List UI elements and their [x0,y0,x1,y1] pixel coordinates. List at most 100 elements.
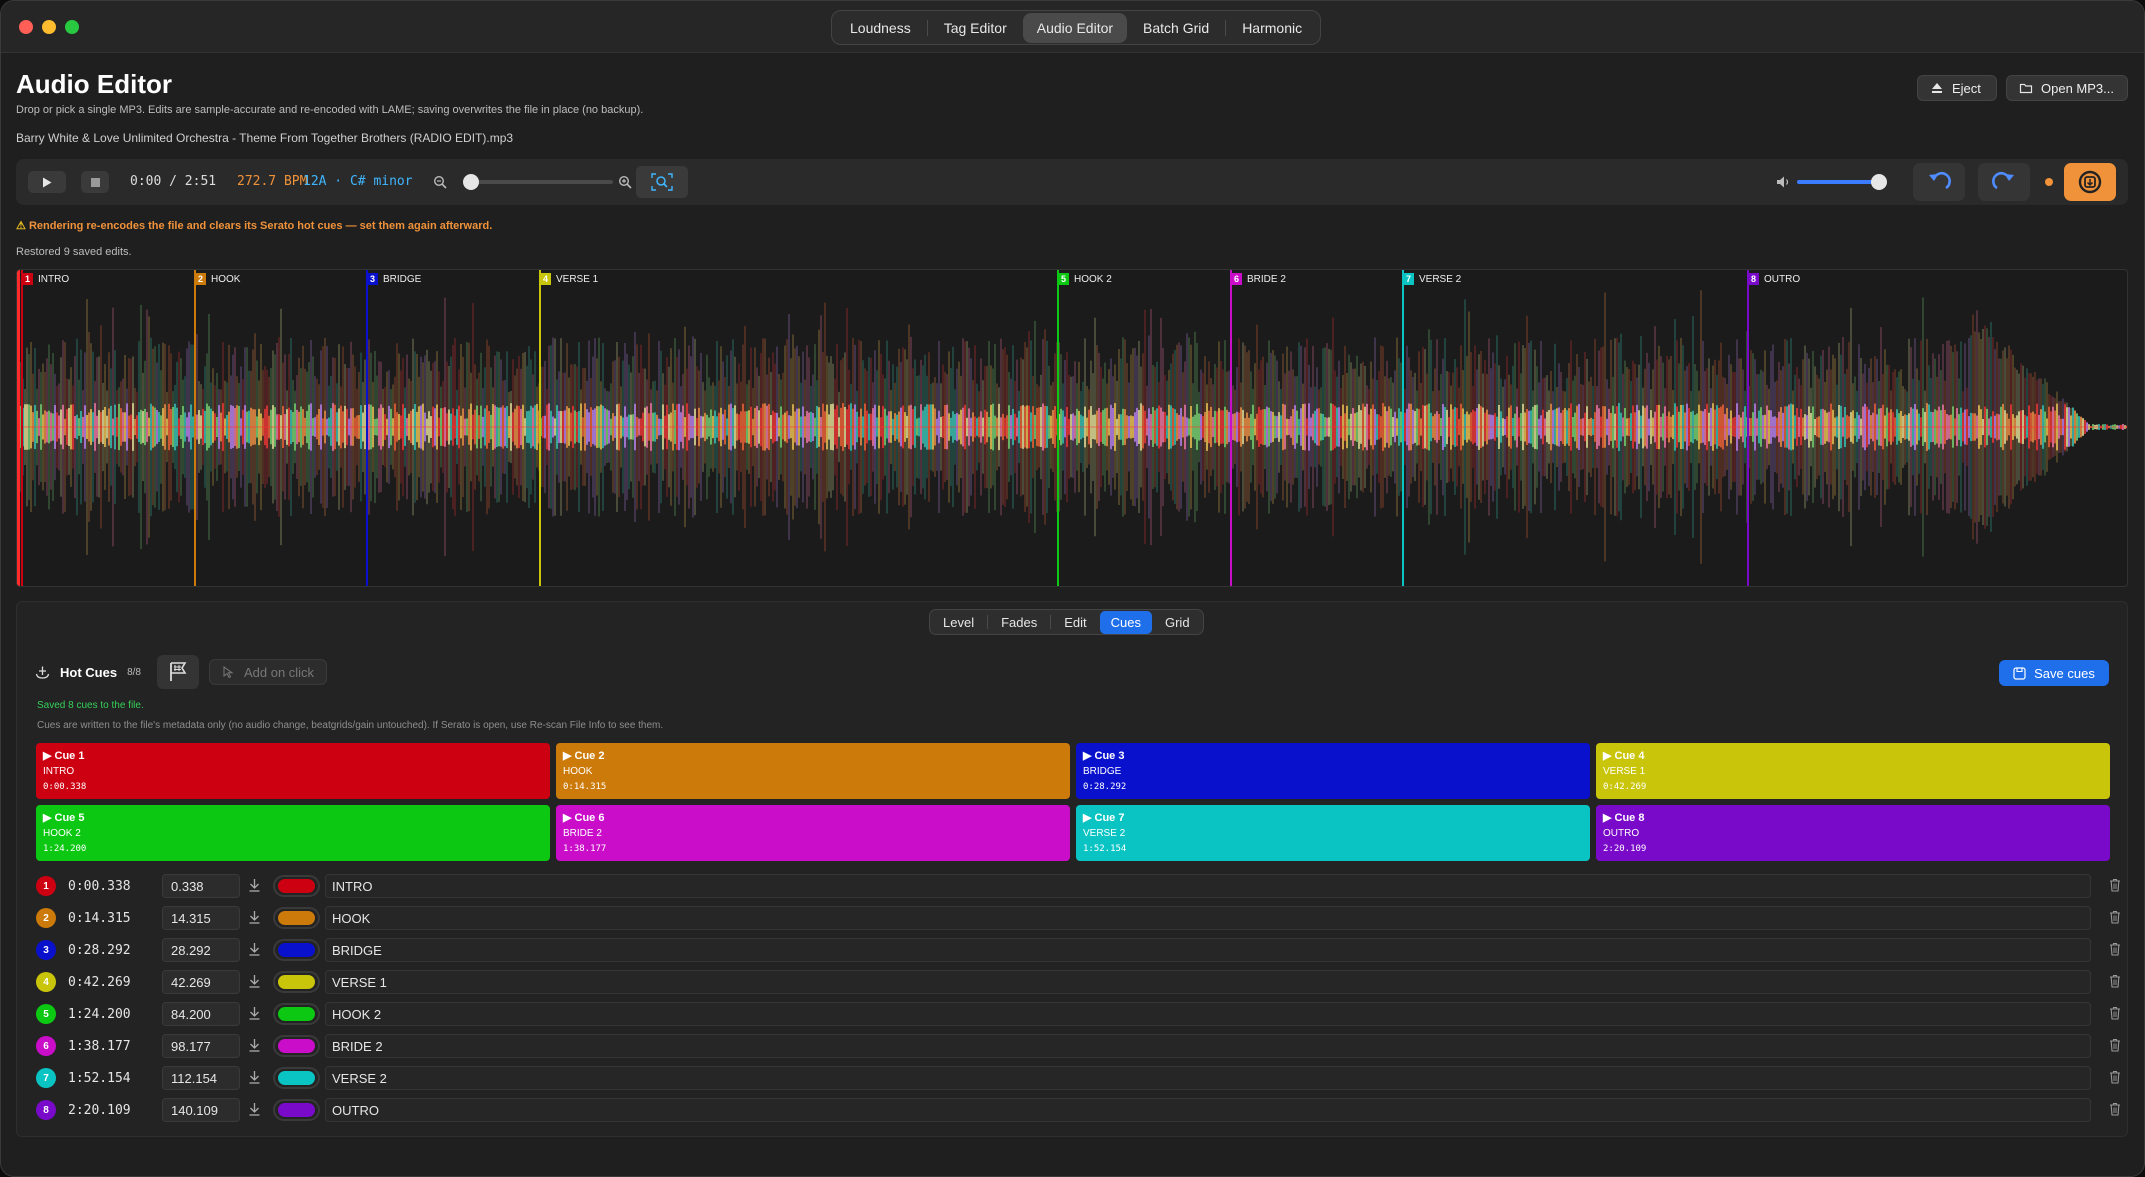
cue-pad-1[interactable]: ▶ Cue 1 INTRO 0:00.338 [36,743,550,799]
undo-button[interactable] [1913,163,1965,201]
open-mp3-button[interactable]: Open MP3... [2006,75,2128,101]
download-icon[interactable] [248,1038,261,1052]
trash-icon[interactable] [2109,1102,2121,1116]
cue-label-field[interactable]: BRIDE 2 [325,1034,2091,1058]
minimize-window-button[interactable] [42,20,56,34]
cue-marker-line[interactable] [539,270,541,586]
cue-seconds-field[interactable]: 0.338 [162,874,240,898]
waveform-view[interactable]: 1 INTRO 2 HOOK 3 BRIDGE 4 VERSE 1 5 HOOK 2 6 BRIDE … [16,269,2128,587]
cue-color-swatch[interactable] [273,971,320,993]
tab-edit[interactable]: Edit [1053,611,1097,634]
cue-marker-text: VERSE 1 [556,273,599,285]
cue-number-badge: 4 [36,972,56,992]
play-button[interactable] [28,171,66,193]
eject-button[interactable]: Eject [1917,75,1997,101]
cue-seconds-field[interactable]: 42.269 [162,970,240,994]
redo-button[interactable] [1978,163,2030,201]
download-icon[interactable] [248,974,261,988]
download-icon[interactable] [248,1102,261,1116]
cue-color-swatch[interactable] [273,875,320,897]
trash-icon[interactable] [2109,942,2121,956]
cue-label-field[interactable]: VERSE 2 [325,1066,2091,1090]
cue-label-field[interactable]: HOOK [325,906,2091,930]
tab-tag-editor[interactable]: Tag Editor [930,13,1021,43]
tab-grid[interactable]: Grid [1154,611,1201,634]
save-cues-button[interactable]: Save cues [1999,660,2109,686]
cue-seconds-field[interactable]: 84.200 [162,1002,240,1026]
add-cue-flag-button[interactable] [156,655,199,689]
cue-pad-5[interactable]: ▶ Cue 5 HOOK 2 1:24.200 [36,805,550,861]
cue-color-swatch[interactable] [273,1003,320,1025]
cue-color-swatch[interactable] [273,1035,320,1057]
cue-pad-3[interactable]: ▶ Cue 3 BRIDGE 0:28.292 [1076,743,1590,799]
trash-icon[interactable] [2109,878,2121,892]
zoom-in-icon[interactable] [618,175,632,189]
cue-seconds-field[interactable]: 112.154 [162,1066,240,1090]
cue-label-field[interactable]: HOOK 2 [325,1002,2091,1026]
zoom-slider-track[interactable] [468,180,613,184]
tab-fades[interactable]: Fades [990,611,1048,634]
cue-pad-6[interactable]: ▶ Cue 6 BRIDE 2 1:38.177 [556,805,1070,861]
cue-color-swatch[interactable] [273,939,320,961]
tab-loudness[interactable]: Loudness [836,13,925,43]
cue-marker-line[interactable] [21,270,23,586]
tab-level[interactable]: Level [932,611,985,634]
cue-label-field[interactable]: BRIDGE [325,938,2091,962]
cue-seconds-field[interactable]: 140.109 [162,1098,240,1122]
tab-batch-grid[interactable]: Batch Grid [1129,13,1223,43]
tab-harmonic[interactable]: Harmonic [1228,13,1316,43]
cue-marker-line[interactable] [1057,270,1059,586]
download-icon[interactable] [248,910,261,924]
cue-label-field[interactable]: OUTRO [325,1098,2091,1122]
cue-seconds-field[interactable]: 28.292 [162,938,240,962]
volume-slider-knob[interactable] [1870,174,1887,190]
zoom-window-button[interactable] [65,20,79,34]
cue-pad-7[interactable]: ▶ Cue 7 VERSE 2 1:52.154 [1076,805,1590,861]
render-button[interactable] [2064,163,2116,201]
cue-pad-2[interactable]: ▶ Cue 2 HOOK 0:14.315 [556,743,1070,799]
cue-color-swatch[interactable] [273,1067,320,1089]
cue-pad-4[interactable]: ▶ Cue 4 VERSE 1 0:42.269 [1596,743,2110,799]
cue-marker-line[interactable] [366,270,368,586]
zoom-slider-knob[interactable] [462,174,479,190]
tab-divider [1225,19,1227,36]
playhead[interactable] [17,270,20,587]
cue-label-field[interactable]: VERSE 1 [325,970,2091,994]
waveform-graphic [17,270,2127,587]
close-window-button[interactable] [19,20,33,34]
cue-seconds-field[interactable]: 14.315 [162,906,240,930]
cue-color-swatch[interactable] [273,1099,320,1121]
cue-marker-line[interactable] [1747,270,1749,586]
trash-icon[interactable] [2109,974,2121,988]
download-icon[interactable] [248,1070,261,1084]
cue-label-field[interactable]: INTRO [325,874,2091,898]
volume-slider-track[interactable] [1797,180,1879,184]
timecode: 0:00 / 2:51 [130,174,217,189]
add-on-click-button[interactable]: Add on click [208,659,328,685]
cue-row: 6 1:38.177 98.177 BRIDE 2 [36,1030,2126,1062]
cue-marker-line[interactable] [1230,270,1232,586]
cue-marker-line[interactable] [194,270,196,586]
download-icon[interactable] [248,1006,261,1020]
app-window: Loudness Tag Editor Audio Editor Batch G… [0,0,2145,1177]
trash-icon[interactable] [2109,910,2121,924]
saved-message: Saved 8 cues to the file. [37,700,144,711]
tab-cues[interactable]: Cues [1099,610,1152,634]
stop-button[interactable] [81,171,109,193]
zoom-fit-button[interactable] [636,166,688,198]
cue-color-swatch[interactable] [273,907,320,929]
download-icon[interactable] [248,942,261,956]
cue-time: 1:52.154 [68,1070,131,1086]
cue-pad-time: 1:38.177 [563,844,607,854]
cue-pad-8[interactable]: ▶ Cue 8 OUTRO 2:20.109 [1596,805,2110,861]
zoom-out-icon[interactable] [433,175,447,189]
trash-icon[interactable] [2109,1038,2121,1052]
zoom-fit-icon [651,173,673,191]
trash-icon[interactable] [2109,1070,2121,1084]
cue-marker-line[interactable] [1402,270,1404,586]
tab-audio-editor[interactable]: Audio Editor [1022,12,1128,43]
download-icon[interactable] [248,878,261,892]
play-icon: ▶ [1083,812,1095,824]
trash-icon[interactable] [2109,1006,2121,1020]
cue-seconds-field[interactable]: 98.177 [162,1034,240,1058]
